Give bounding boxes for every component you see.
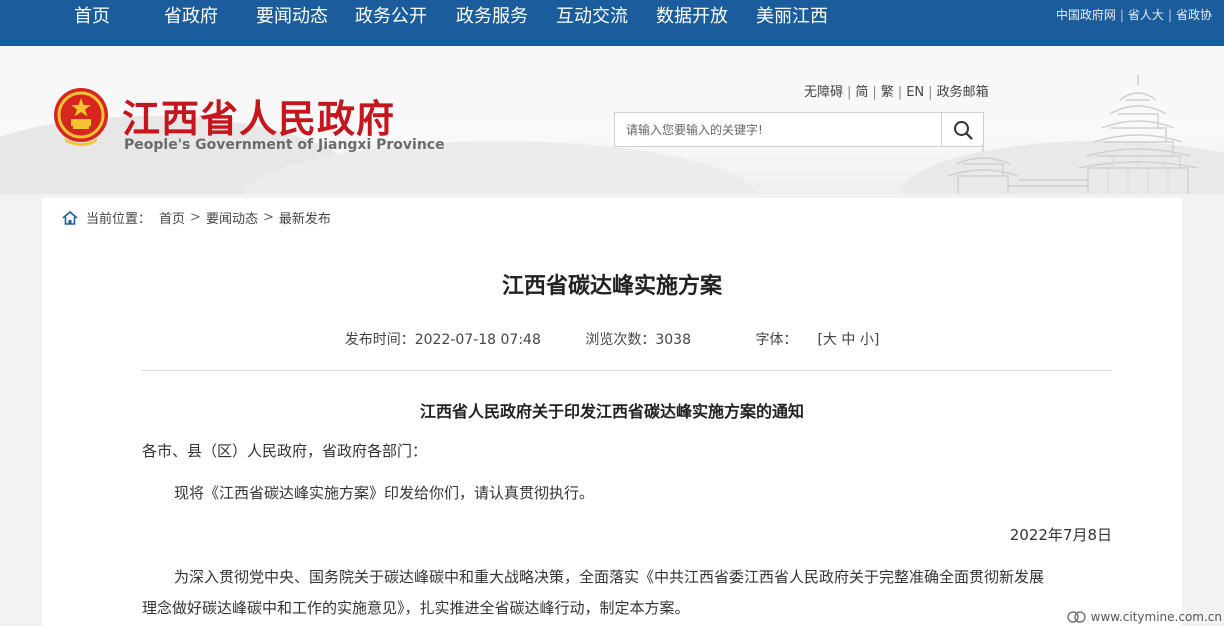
top-link-provincial-congress[interactable]: 省人大 [1128, 8, 1164, 22]
body-paragraph-line-2: 理念做好碳达峰碳中和工作的实施意见》，扎实推进全省碳达峰行动，制定本方案。 [142, 599, 690, 617]
breadcrumb-home[interactable]: 首页 [159, 208, 185, 227]
top-nav-bar: 首页 省政府 要闻动态 政务公开 政务服务 互动交流 数据开放 美丽江西 中国政… [0, 0, 1224, 46]
notice-date: 2022年7月8日 [1009, 526, 1112, 544]
breadcrumb-separator: > [262, 210, 274, 225]
watermark-logo-icon [1066, 611, 1086, 623]
font-size-medium[interactable]: 中 [841, 332, 855, 348]
nav-item-news[interactable]: 要闻动态 [256, 0, 328, 36]
notice-paragraph: 现将《江西省碳达峰实施方案》印发给你们，请认真贯彻执行。 [174, 484, 595, 502]
home-icon [62, 210, 78, 225]
simplified-chinese-link[interactable]: 简 [855, 85, 868, 100]
breadcrumb-latest[interactable]: 最新发布 [279, 208, 331, 227]
body-paragraph-line-1: 为深入贯彻党中央、国务院关于碳达峰碳中和重大战略决策，全面落实《中共江西省委江西… [174, 568, 1045, 586]
article-meta: 发布时间：2022-07-18 07:48 浏览次数：3038 字体： [大 中 … [42, 329, 1182, 349]
breadcrumb-label: 当前位置： [86, 212, 152, 227]
top-link-provincial-cppcc[interactable]: 省政协 [1176, 8, 1212, 22]
breadcrumb: 当前位置： 首页 > 要闻动态 > 最新发布 [62, 208, 331, 227]
traditional-chinese-link[interactable]: 繁 [881, 85, 894, 100]
search-input[interactable] [615, 113, 941, 146]
font-size-label: 字体： [755, 332, 798, 348]
font-size-large[interactable]: 大 [823, 332, 837, 348]
tengwang-pavilion-illustration [947, 74, 1199, 194]
font-size-small[interactable]: 小 [860, 332, 874, 348]
separator: | [1167, 8, 1172, 22]
top-links: 中国政府网 | 省人大 | 省政协 [1056, 0, 1212, 30]
accessibility-link[interactable]: 无障碍 [804, 85, 843, 100]
nav-item-open-data[interactable]: 数据开放 [656, 0, 728, 36]
nav-item-gov-affairs-open[interactable]: 政务公开 [355, 0, 427, 36]
divider [142, 370, 1112, 371]
watermark: www.citymine.com.cn [1066, 610, 1222, 624]
national-emblem-icon [54, 88, 108, 146]
site-subtitle: People's Government of Jiangxi Province [124, 137, 445, 153]
separator: | [847, 85, 852, 100]
article-title: 江西省碳达峰实施方案 [501, 274, 722, 299]
nav-item-gov-services[interactable]: 政务服务 [456, 0, 528, 36]
separator: | [897, 85, 903, 100]
search-box [614, 112, 984, 147]
separator: | [928, 85, 933, 100]
breadcrumb-news[interactable]: 要闻动态 [206, 208, 258, 227]
publish-time: 发布时间：2022-07-18 07:48 [344, 332, 541, 348]
nav-item-provincial-government[interactable]: 省政府 [164, 0, 218, 36]
site-header: 江西省人民政府 People's Government of Jiangxi P… [0, 46, 1224, 194]
addressee: 各市、县（区）人民政府，省政府各部门： [142, 442, 428, 460]
english-link[interactable]: EN [906, 85, 924, 100]
nav-item-interaction[interactable]: 互动交流 [556, 0, 628, 36]
watermark-text: www.citymine.com.cn [1090, 610, 1222, 624]
top-link-china-gov[interactable]: 中国政府网 [1056, 8, 1116, 22]
nav-item-home[interactable]: 首页 [74, 0, 110, 36]
notice-title: 江西省人民政府关于印发江西省碳达峰实施方案的通知 [419, 402, 804, 421]
site-title[interactable]: 江西省人民政府 [122, 88, 395, 143]
separator: | [1119, 8, 1124, 22]
font-size-control: 字体： [大 中 小] [755, 332, 880, 348]
separator: | [872, 85, 877, 100]
content-panel: 当前位置： 首页 > 要闻动态 > 最新发布 江西省碳达峰实施方案 发布时间：2… [42, 198, 1182, 626]
breadcrumb-separator: > [190, 210, 201, 225]
nav-item-beautiful-jiangxi[interactable]: 美丽江西 [756, 0, 828, 36]
view-count: 浏览次数：3038 [585, 332, 691, 348]
